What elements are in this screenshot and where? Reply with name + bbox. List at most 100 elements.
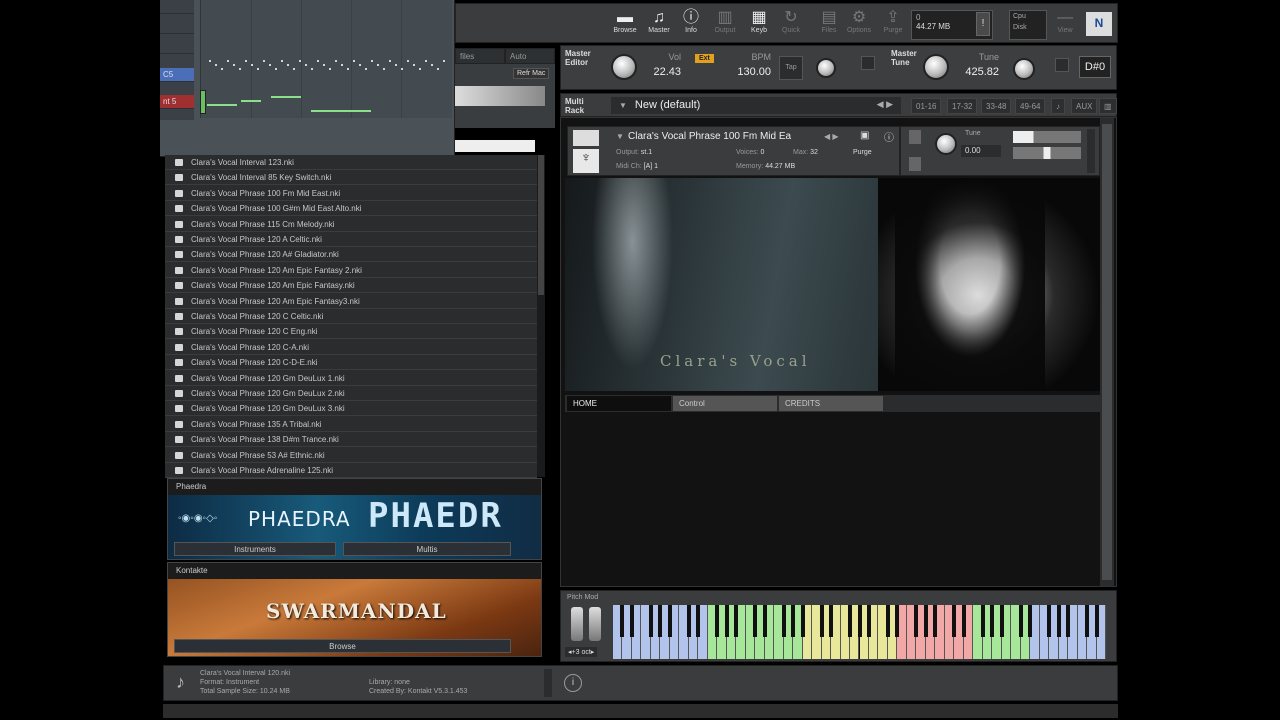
info-scrollbar[interactable]: [544, 669, 552, 697]
tune-value[interactable]: 0.00: [961, 145, 1001, 157]
black-key[interactable]: [781, 605, 786, 637]
black-key[interactable]: [885, 605, 890, 637]
library-swarmandal[interactable]: Kontakte SWARMANDAL Browse: [167, 562, 542, 657]
black-key[interactable]: [819, 605, 824, 637]
info-icon[interactable]: ⓘ Info: [674, 9, 708, 41]
ni-logo-icon[interactable]: N: [1086, 12, 1112, 36]
file-list-scrollbar[interactable]: [537, 155, 545, 477]
tune-knob[interactable]: [923, 54, 949, 80]
pitch-wheel[interactable]: [571, 607, 583, 641]
file-list-item[interactable]: Clara's Vocal Interval 85 Key Switch.nki: [165, 170, 537, 186]
file-list-item[interactable]: Clara's Vocal Interval 123.nki: [165, 155, 537, 170]
browse-button[interactable]: Browse: [174, 639, 511, 653]
file-list-item[interactable]: Clara's Vocal Phrase 120 Am Epic Fantasy…: [165, 278, 537, 294]
aux-button[interactable]: AUX: [1071, 98, 1098, 114]
black-key[interactable]: [1085, 605, 1090, 637]
black-key[interactable]: [980, 605, 985, 637]
file-list-item[interactable]: Clara's Vocal Phrase 120 A# Gladiator.nk…: [165, 247, 537, 263]
output-icon[interactable]: ▥ Output: [708, 9, 742, 41]
file-list-item[interactable]: Clara's Vocal Phrase 120 Am Epic Fantasy…: [165, 294, 537, 309]
file-list-item[interactable]: Clara's Vocal Phrase 120 Am Epic Fantasy…: [165, 263, 537, 278]
camera-icon[interactable]: ▣: [860, 130, 869, 141]
mod-wheel[interactable]: [589, 607, 601, 641]
black-key[interactable]: [914, 605, 919, 637]
black-key[interactable]: [1018, 605, 1023, 637]
file-list-item[interactable]: Clara's Vocal Phrase 120 A Celtic.nki: [165, 232, 537, 247]
tab-control[interactable]: Control: [673, 396, 777, 411]
black-key[interactable]: [620, 605, 625, 637]
file-list-item[interactable]: Clara's Vocal Phrase 120 Gm DeuLux 3.nki: [165, 401, 537, 417]
black-key[interactable]: [696, 605, 701, 637]
info-icon[interactable]: i: [564, 674, 582, 692]
warning-icon[interactable]: !: [976, 12, 990, 36]
tab-home[interactable]: HOME: [567, 396, 671, 411]
instrument-name[interactable]: Clara's Vocal Phrase 100 Fm Mid Ea: [628, 131, 791, 142]
file-list-item[interactable]: Clara's Vocal Phrase 120 C Celtic.nki: [165, 309, 537, 324]
chevron-down-icon[interactable]: ▼: [616, 132, 624, 141]
black-key[interactable]: [686, 605, 691, 637]
split-icon[interactable]: ▥: [1099, 98, 1117, 114]
reference-tone-knob[interactable]: [1013, 58, 1035, 80]
black-key[interactable]: [999, 605, 1004, 637]
multis-button[interactable]: Multis: [343, 542, 511, 556]
black-key[interactable]: [753, 605, 758, 637]
black-key[interactable]: [1066, 605, 1071, 637]
prev-next-arrows[interactable]: ◀ ▶: [824, 132, 839, 141]
prev-next-arrows[interactable]: ◀ ▶: [877, 99, 893, 110]
reference-toggle[interactable]: [1055, 58, 1069, 72]
mic-icon[interactable]: ♪: [1051, 98, 1065, 114]
black-key[interactable]: [734, 605, 739, 637]
black-key[interactable]: [658, 605, 663, 637]
mute-button[interactable]: [909, 157, 921, 171]
black-key[interactable]: [848, 605, 853, 637]
black-key[interactable]: [648, 605, 653, 637]
file-list-item[interactable]: Clara's Vocal Phrase 120 Gm DeuLux 1.nki: [165, 371, 537, 386]
library-phaedra[interactable]: Phaedra ◦◉◦◉◦◇◦ PHAEDRA PHAEDR Instrumen…: [167, 478, 542, 560]
ext-button[interactable]: Ext: [695, 54, 714, 63]
key-row[interactable]: nt 5: [160, 95, 194, 109]
info-icon[interactable]: ⓘ: [884, 129, 894, 144]
gear-icon[interactable]: ⚙ Options: [842, 9, 876, 41]
black-key[interactable]: [667, 605, 672, 637]
tab-credits[interactable]: CREDITS: [779, 396, 883, 411]
instrument-tune-knob[interactable]: [935, 133, 957, 155]
search-field[interactable]: [455, 140, 535, 152]
black-key[interactable]: [724, 605, 729, 637]
black-key[interactable]: [1056, 605, 1061, 637]
tap-button[interactable]: Tap: [779, 56, 803, 80]
page-49-64[interactable]: 49-64: [1015, 98, 1046, 114]
vol-value[interactable]: 22.43: [641, 66, 681, 78]
quick-icon[interactable]: ↻ Quick: [774, 9, 808, 41]
refresh-button[interactable]: Refr Mac: [513, 68, 550, 79]
metronome-toggle[interactable]: [861, 56, 875, 70]
tune-value[interactable]: 425.82: [949, 66, 999, 78]
black-key[interactable]: [800, 605, 805, 637]
view-icon[interactable]: — View: [1048, 9, 1082, 41]
key-row-c5[interactable]: C5: [160, 68, 194, 82]
black-key[interactable]: [933, 605, 938, 637]
black-key[interactable]: [990, 605, 995, 637]
piano-roll-lane[interactable]: [200, 0, 452, 118]
folder-icon[interactable]: ▬ Browse: [608, 9, 642, 41]
purge-button[interactable]: Purge: [853, 149, 872, 156]
purge-icon[interactable]: ⇪ Purge: [876, 9, 910, 41]
volume-knob[interactable]: [611, 54, 637, 80]
mixer-icon[interactable]: ♫ Master: [642, 9, 676, 41]
solo-button[interactable]: [909, 130, 921, 144]
max-voices-field[interactable]: Max: 32: [793, 149, 818, 156]
file-list-item[interactable]: Clara's Vocal Phrase 135 A Tribal.nki: [165, 417, 537, 432]
pan-slider[interactable]: [1013, 147, 1081, 159]
black-key[interactable]: [1094, 605, 1099, 637]
black-key[interactable]: [629, 605, 634, 637]
instruments-button[interactable]: Instruments: [174, 542, 336, 556]
black-key[interactable]: [715, 605, 720, 637]
file-list-item[interactable]: Clara's Vocal Phrase 100 Fm Mid East.nki: [165, 186, 537, 201]
octave-selector[interactable]: ◂+3 oct▸: [565, 647, 598, 657]
black-key[interactable]: [923, 605, 928, 637]
file-list-item[interactable]: Clara's Vocal Phrase 53 A# Ethnic.nki: [165, 448, 537, 463]
output-field[interactable]: Output: st.1: [616, 149, 652, 156]
file-list-item[interactable]: Clara's Vocal Phrase 120 C-A.nki: [165, 340, 537, 355]
note-display[interactable]: D#0: [1079, 56, 1111, 78]
page-01-16[interactable]: 01-16: [911, 98, 942, 114]
page-17-32[interactable]: 17-32: [947, 98, 978, 114]
